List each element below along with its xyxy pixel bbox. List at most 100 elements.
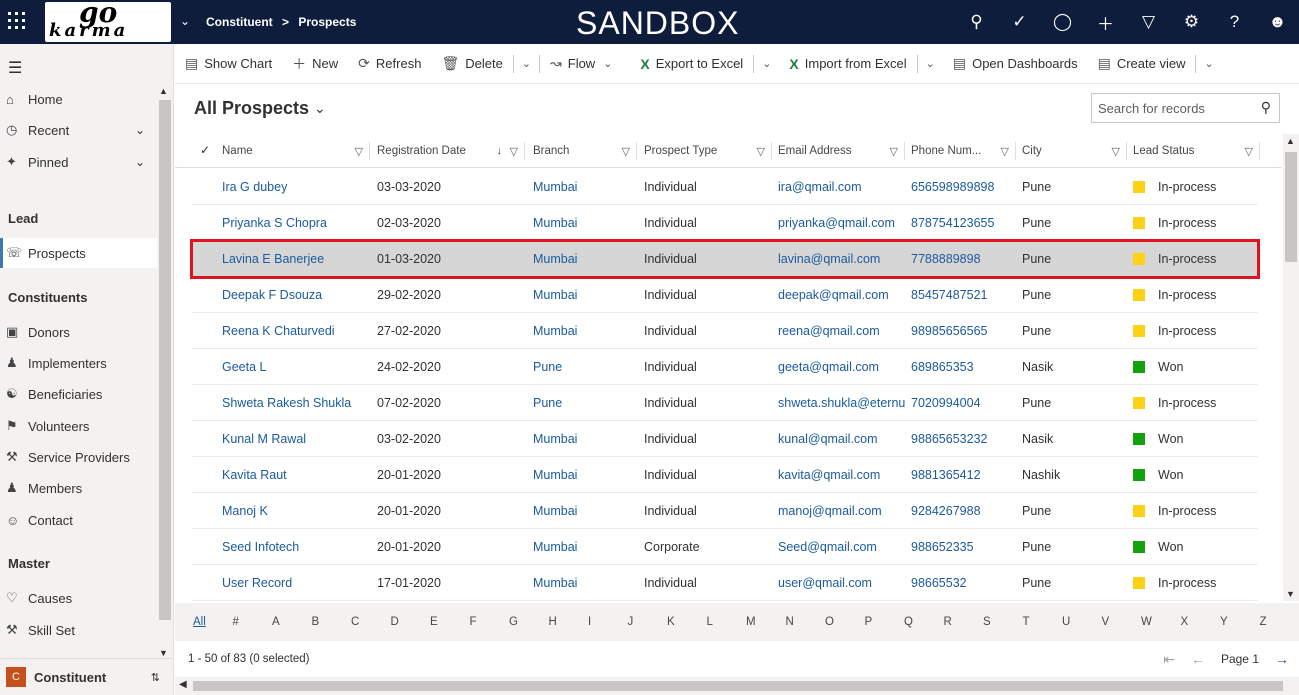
refresh-button[interactable]: ⟳ Refresh [348, 44, 431, 84]
filter-icon[interactable]: ▽ [1112, 145, 1120, 158]
chevron-down-icon[interactable]: ⌄ [595, 57, 620, 70]
column-header-branch[interactable]: Branch ▽ [527, 142, 637, 160]
filter-icon[interactable]: ▽ [1001, 145, 1009, 158]
hamburger-icon[interactable]: ☰ [8, 58, 22, 78]
chevron-updown-icon[interactable]: ⇅ [151, 671, 160, 684]
scroll-up-icon[interactable]: ▲ [159, 86, 168, 96]
search-icon[interactable]: ⚲ [955, 0, 998, 44]
filter-icon[interactable]: ▽ [890, 145, 898, 158]
create-view-button[interactable]: ▤ Create view [1088, 44, 1196, 84]
filter-icon[interactable]: ▽ [510, 145, 518, 158]
alpha-filter-o[interactable]: O [825, 616, 865, 628]
alpha-filter-x[interactable]: X [1181, 616, 1221, 628]
alpha-filter-b[interactable]: B [312, 616, 352, 628]
column-header-email[interactable]: Email Address ▽ [772, 142, 905, 160]
plus-icon[interactable]: ＋ [1084, 0, 1127, 44]
scroll-up-icon[interactable]: ▲ [1286, 136, 1295, 146]
sidebar-item-causes[interactable]: ♡ Causes [0, 583, 157, 613]
cell-name[interactable]: Ira G dubey [222, 169, 372, 205]
alpha-filter-y[interactable]: Y [1220, 616, 1260, 628]
chevron-down-icon[interactable]: ⌄ [180, 14, 190, 28]
alpha-filter-j[interactable]: J [628, 616, 668, 628]
area-switcher[interactable]: C Constituent ⇅ [0, 658, 174, 695]
export-to-excel-button[interactable]: X Export to Excel [630, 44, 753, 84]
sidebar-item-volunteers[interactable]: ⚑ Volunteers [0, 411, 157, 441]
cell-phone[interactable]: 98865653232 [911, 421, 1021, 457]
cell-phone[interactable]: 98985656565 [911, 313, 1021, 349]
cell-branch[interactable]: Mumbai [533, 277, 633, 313]
cell-email[interactable]: deepak@qmail.com [778, 277, 905, 313]
search-box[interactable]: ⚲ [1091, 93, 1280, 123]
sidebar-item-pinned[interactable]: ✦ Pinned ⌄ [0, 147, 157, 177]
cell-email[interactable]: manoj@qmail.com [778, 493, 905, 529]
cell-email[interactable]: geeta@qmail.com [778, 349, 905, 385]
table-row[interactable]: Manoj K 20-01-2020 Mumbai Individual manoj@q… [192, 493, 1258, 529]
cell-phone[interactable]: 689865353 [911, 349, 1021, 385]
horizontal-scrollbar[interactable]: ◀ [175, 677, 1299, 695]
first-page-icon[interactable]: ⇤ [1163, 651, 1175, 668]
alpha-filter-i[interactable]: I [588, 616, 628, 628]
filter-icon[interactable]: ▽ [622, 145, 630, 158]
breadcrumb-prospects[interactable]: Prospects [298, 15, 356, 29]
sidebar-item-recent[interactable]: ◷ Recent ⌄ [0, 115, 157, 145]
sidebar-item-prospects[interactable]: ☏ Prospects [0, 238, 157, 268]
sidebar-item-members[interactable]: ♟ Members [0, 473, 157, 503]
cell-phone[interactable]: 7020994004 [911, 385, 1021, 421]
alpha-filter-r[interactable]: R [944, 616, 984, 628]
scroll-left-icon[interactable]: ◀ [179, 679, 187, 690]
filter-icon[interactable]: ▽ [355, 145, 363, 158]
cell-email[interactable]: ira@qmail.com [778, 169, 905, 205]
chevron-down-icon[interactable]: ⌄ [135, 155, 145, 169]
alpha-filter-f[interactable]: F [470, 616, 510, 628]
view-title[interactable]: All Prospects [194, 98, 309, 119]
cell-email[interactable]: user@qmail.com [778, 565, 905, 601]
alpha-filter-t[interactable]: T [1023, 616, 1063, 628]
cell-name[interactable]: Manoj K [222, 493, 372, 529]
import-from-excel-button[interactable]: X Import from Excel [779, 44, 916, 84]
table-row[interactable]: Seed Infotech 20-01-2020 Mumbai Corporate Se… [192, 529, 1258, 565]
sidebar-item-donors[interactable]: ▣ Donors [0, 317, 157, 347]
show-chart-button[interactable]: ▤ Show Chart [175, 44, 282, 84]
cell-phone[interactable]: 7788889898 [911, 241, 1021, 277]
task-icon[interactable]: ✓ [998, 0, 1041, 44]
alpha-filter-c[interactable]: C [351, 616, 391, 628]
previous-page-icon[interactable]: ← [1191, 651, 1205, 667]
alpha-filter-u[interactable]: U [1062, 616, 1102, 628]
sidebar-item-home[interactable]: ⌂ Home [0, 84, 157, 114]
cell-email[interactable]: kunal@qmail.com [778, 421, 905, 457]
alpha-filter-w[interactable]: W [1141, 616, 1181, 628]
alpha-filter-q[interactable]: Q [904, 616, 944, 628]
scrollbar-thumb[interactable] [159, 100, 171, 620]
alpha-filter-z[interactable]: Z [1260, 616, 1299, 628]
chevron-down-icon[interactable]: ⌄ [135, 123, 145, 137]
table-row[interactable]: Ira G dubey 03-03-2020 Mumbai Individual ira… [192, 169, 1258, 205]
search-input[interactable] [1098, 99, 1248, 117]
table-row[interactable]: Deepak F Dsouza 29-02-2020 Mumbai Individua… [192, 277, 1258, 313]
scrollbar-thumb[interactable] [1285, 152, 1297, 262]
alpha-filter-all[interactable]: All [193, 616, 233, 628]
table-row[interactable]: User Record 17-01-2020 Mumbai Individual use… [192, 565, 1258, 601]
search-icon[interactable]: ⚲ [1261, 99, 1271, 116]
column-header-lead-status[interactable]: Lead Status ▽ [1127, 142, 1260, 160]
grid-scrollbar[interactable]: ▲ ▼ [1283, 134, 1299, 601]
cell-name[interactable]: Geeta L [222, 349, 372, 385]
cell-name[interactable]: Seed Infotech [222, 529, 372, 565]
cell-phone[interactable]: 98665532 [911, 565, 1021, 601]
scrollbar-thumb[interactable] [193, 681, 1283, 691]
sidebar-item-implementers[interactable]: ♟ Implementers [0, 348, 157, 378]
table-row[interactable]: Priyanka S Chopra 02-03-2020 Mumbai Individ… [192, 205, 1258, 241]
sidebar-item-skill-set[interactable]: ⚒ Skill Set [0, 615, 157, 645]
column-header-registration-date[interactable]: Registration Date ↓ ▽ [371, 142, 525, 160]
cell-email[interactable]: priyanka@qmail.com [778, 205, 905, 241]
cell-branch[interactable]: Pune [533, 349, 633, 385]
filter-icon[interactable]: ▽ [1127, 0, 1170, 44]
breadcrumb-constituent[interactable]: Constituent [206, 15, 273, 29]
alpha-filter-m[interactable]: M [746, 616, 786, 628]
user-icon[interactable]: ☻ [1256, 0, 1299, 44]
cell-branch[interactable]: Mumbai [533, 457, 633, 493]
cell-branch[interactable]: Mumbai [533, 565, 633, 601]
delete-button[interactable]: 🗑 Delete [431, 44, 512, 84]
alpha-filter-e[interactable]: E [430, 616, 470, 628]
app-launcher-icon[interactable] [8, 12, 28, 32]
table-row[interactable]: Shweta Rakesh Shukla 07-02-2020 Pune Indivi… [192, 385, 1258, 421]
